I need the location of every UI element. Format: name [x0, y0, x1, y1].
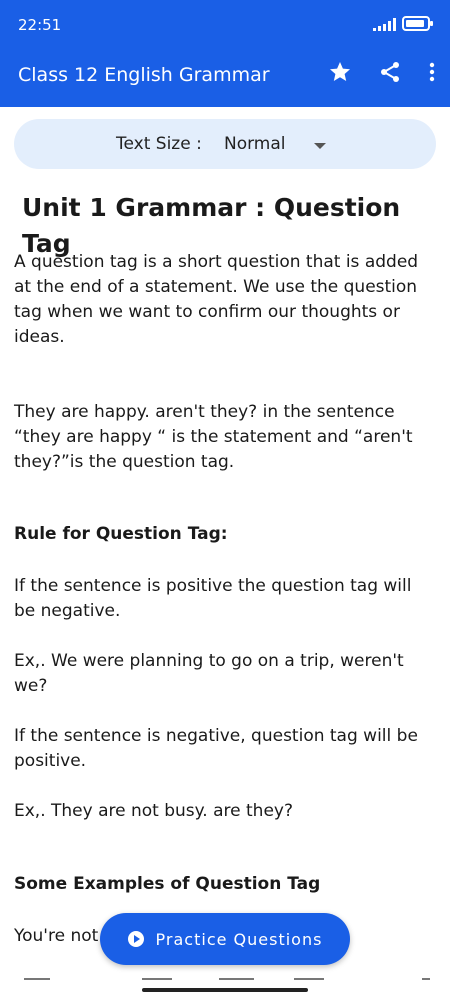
share-icon[interactable]	[378, 60, 402, 84]
status-time: 22:51	[18, 16, 62, 34]
text-size-label: Text Size :	[116, 134, 202, 154]
partial-text-line	[24, 978, 434, 981]
signal-icon	[373, 17, 396, 31]
dropdown-arrow-icon	[314, 143, 326, 149]
play-icon	[127, 931, 144, 947]
text-size-value: Normal	[224, 134, 286, 154]
app-title: Class 12 English Grammar	[18, 64, 270, 86]
rule-heading: Rule for Question Tag:	[14, 524, 228, 544]
text-size-selector[interactable]: Text Size : Normal	[14, 119, 436, 169]
toolbar-actions	[328, 60, 436, 84]
article-content: Unit 1 Grammar : Question Tag A question…	[14, 190, 434, 946]
article-title: Unit 1 Grammar : Question Tag	[22, 193, 401, 258]
star-icon[interactable]	[328, 60, 352, 84]
practice-questions-label: Practice Questions	[155, 929, 323, 949]
status-icons	[373, 16, 433, 31]
example-negative: Ex,. They are not busy. are they?	[14, 801, 293, 821]
app-bar: 22:51 Class 12 English Grammar	[0, 0, 450, 107]
paragraph-example-intro: They are happy. aren't they? in the sent…	[14, 402, 413, 472]
more-vert-icon[interactable]	[428, 60, 436, 84]
practice-questions-button[interactable]: Practice Questions	[100, 913, 350, 965]
examples-heading: Some Examples of Question Tag	[14, 874, 321, 894]
battery-icon	[402, 16, 433, 31]
paragraph-intro: A question tag is a short question that …	[14, 252, 419, 347]
home-indicator[interactable]	[142, 988, 308, 992]
rule-positive: If the sentence is positive the question…	[14, 576, 412, 621]
rule-negative: If the sentence is negative, question ta…	[14, 726, 418, 771]
example-positive: Ex,. We were planning to go on a trip, w…	[14, 651, 404, 696]
